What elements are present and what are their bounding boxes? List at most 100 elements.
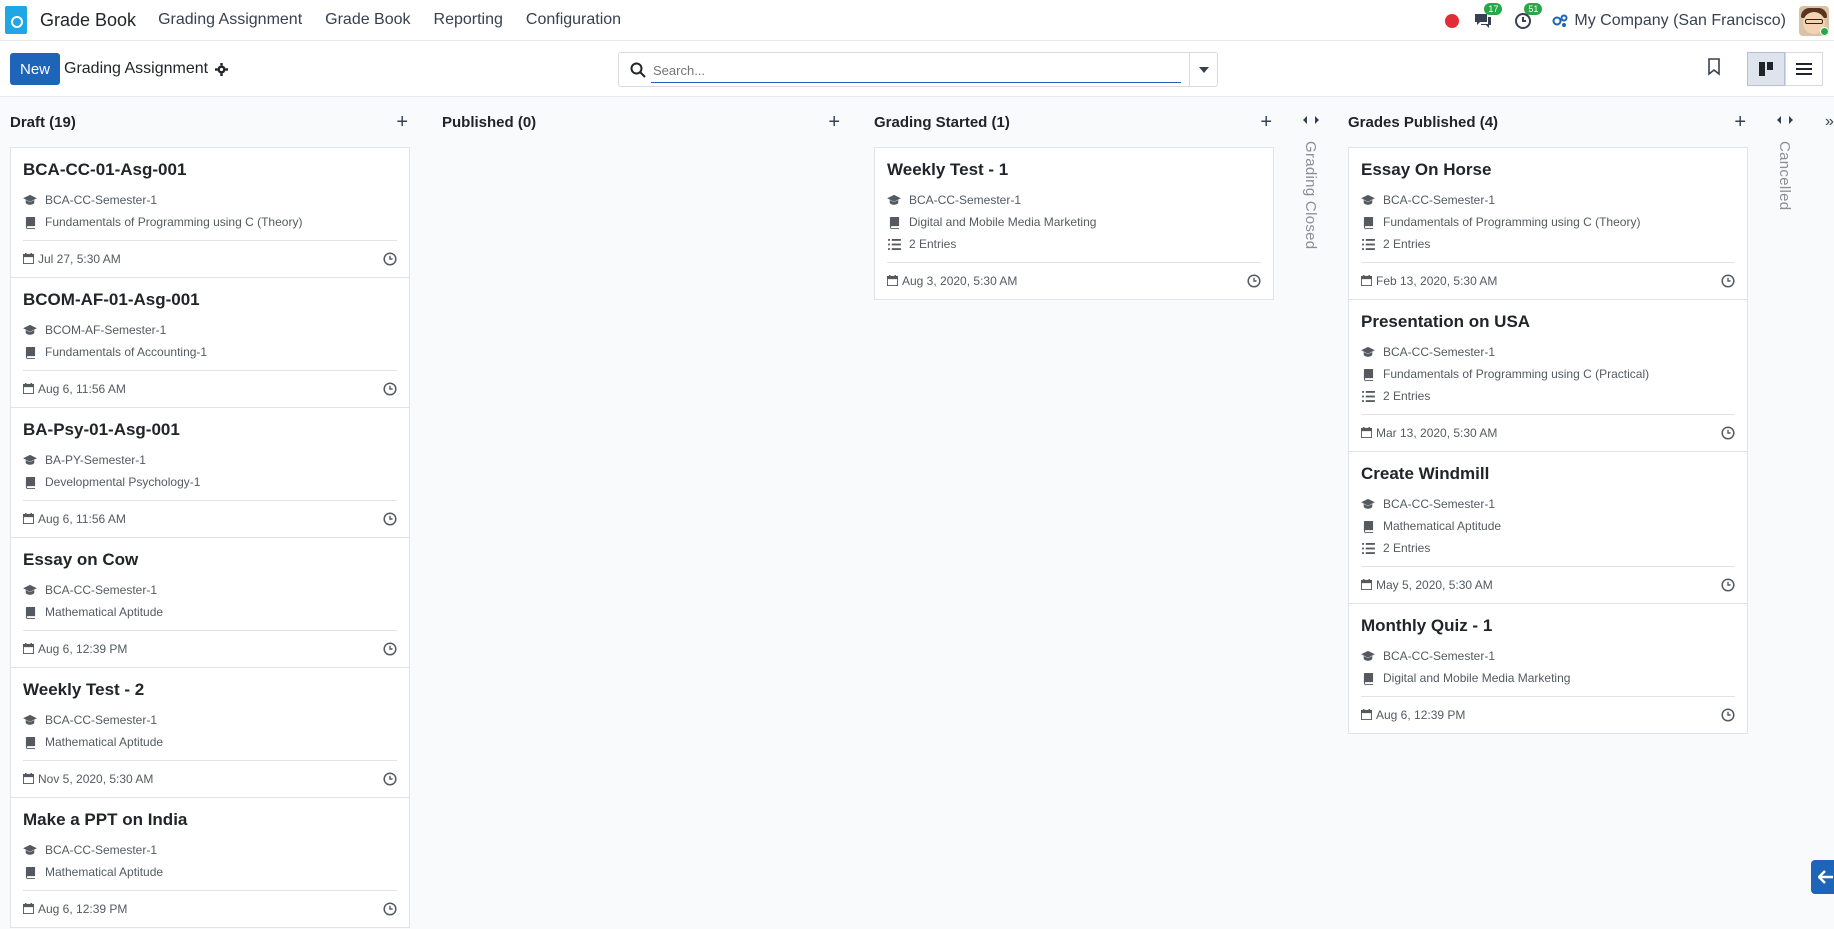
graduation-cap-icon xyxy=(1361,497,1375,511)
search-icon xyxy=(630,62,646,78)
card-entries: 2 Entries xyxy=(1361,385,1735,407)
status-dot-icon[interactable] xyxy=(1445,13,1460,28)
calendar-icon xyxy=(887,275,899,287)
card-date: May 5, 2020, 5:30 AM xyxy=(1361,578,1493,592)
back-arrow-button[interactable] xyxy=(1811,860,1834,894)
card-entries: 2 Entries xyxy=(887,233,1261,255)
subject-text: Fundamentals of Accounting-1 xyxy=(45,345,208,359)
kanban-card[interactable]: Essay On Horse BCA-CC-Semester-1 Fundament… xyxy=(1348,147,1748,300)
activity-clock-icon[interactable] xyxy=(383,382,397,396)
app-icon[interactable] xyxy=(5,6,27,34)
semester-text: BCOM-AF-Semester-1 xyxy=(45,323,167,337)
column-grading-closed-folded[interactable]: Grading Closed xyxy=(1296,97,1326,397)
card-subject: Mathematical Aptitude xyxy=(23,861,397,883)
quick-add-icon[interactable]: + xyxy=(1734,112,1746,132)
activity-clock-icon[interactable] xyxy=(383,772,397,786)
activities-button[interactable]: 51 xyxy=(1511,2,1543,33)
user-avatar[interactable] xyxy=(1799,5,1829,36)
card-date: Aug 6, 12:39 PM xyxy=(23,902,127,916)
graduation-cap-icon xyxy=(23,583,37,597)
book-icon xyxy=(887,215,901,229)
calendar-icon xyxy=(23,383,35,395)
calendar-icon xyxy=(23,253,35,265)
activity-clock-icon[interactable] xyxy=(383,252,397,266)
kanban-card[interactable]: Make a PPT on India BCA-CC-Semester-1 Math… xyxy=(10,797,410,928)
new-button[interactable]: New xyxy=(10,53,60,85)
kanban-card[interactable]: BCOM-AF-01-Asg-001 BCOM-AF-Semester-1 Fund… xyxy=(10,277,410,408)
activity-clock-icon[interactable] xyxy=(1721,708,1735,722)
messages-button[interactable]: 17 xyxy=(1471,2,1503,33)
view-switcher xyxy=(1747,52,1823,86)
kanban-card[interactable]: Create Windmill BCA-CC-Semester-1 Mathemat… xyxy=(1348,451,1748,604)
kanban-card[interactable]: Weekly Test - 2 BCA-CC-Semester-1 Mathemat… xyxy=(10,667,410,798)
company-switcher[interactable]: My Company (San Francisco) xyxy=(1574,12,1786,30)
card-footer: Aug 6, 12:39 PM xyxy=(1361,696,1735,733)
list-view-button[interactable] xyxy=(1785,52,1823,86)
menu-reporting[interactable]: Reporting xyxy=(434,11,503,29)
card-title: Create Windmill xyxy=(1361,464,1490,483)
activity-clock-icon[interactable] xyxy=(383,512,397,526)
activity-clock-icon[interactable] xyxy=(383,902,397,916)
column-title[interactable]: Draft (19) xyxy=(10,114,76,131)
subject-text: Digital and Mobile Media Marketing xyxy=(1383,671,1571,685)
app-brand[interactable]: Grade Book xyxy=(40,10,136,31)
activity-clock-icon[interactable] xyxy=(1247,274,1261,288)
date-text: Mar 13, 2020, 5:30 AM xyxy=(1376,426,1498,440)
graduation-cap-icon xyxy=(23,323,37,337)
menu-configuration[interactable]: Configuration xyxy=(526,11,621,29)
kanban-card[interactable]: Weekly Test - 1 BCA-CC-Semester-1 Digital … xyxy=(874,147,1274,300)
column-cancelled-folded[interactable]: Cancelled xyxy=(1770,97,1800,397)
activity-clock-icon[interactable] xyxy=(1721,578,1735,592)
quick-add-icon[interactable]: + xyxy=(396,112,408,132)
search-input[interactable] xyxy=(651,59,1181,83)
top-navbar: Grade Book Grading Assignment Grade Book… xyxy=(0,0,1834,41)
double-chevron-right-icon[interactable]: » xyxy=(1825,113,1834,131)
card-entries: 2 Entries xyxy=(1361,233,1735,255)
card-date: Feb 13, 2020, 5:30 AM xyxy=(1361,274,1497,288)
card-footer: Feb 13, 2020, 5:30 AM xyxy=(1361,262,1735,299)
menu-grade-book[interactable]: Grade Book xyxy=(325,11,410,29)
card-date: Nov 5, 2020, 5:30 AM xyxy=(23,772,153,786)
date-text: Aug 6, 12:39 PM xyxy=(38,642,128,656)
column-published: Published (0) + xyxy=(442,97,842,147)
column-grades-published: Grades Published (4) + Essay On Horse BCA… xyxy=(1348,97,1748,734)
kanban-card[interactable]: BA-Psy-01-Asg-001 BA-PY-Semester-1 Develop… xyxy=(10,407,410,538)
card-title: Presentation on USA xyxy=(1361,312,1531,331)
graduation-cap-icon xyxy=(23,843,37,857)
card-semester: BCA-CC-Semester-1 xyxy=(1361,645,1735,667)
kanban-card[interactable]: Presentation on USA BCA-CC-Semester-1 Fund… xyxy=(1348,299,1748,452)
company-switch-icon[interactable] xyxy=(1551,12,1569,30)
subject-text: Fundamentals of Programming using C (Pra… xyxy=(1383,367,1650,381)
calendar-icon xyxy=(1361,427,1373,439)
subject-text: Mathematical Aptitude xyxy=(45,735,164,749)
activity-clock-icon[interactable] xyxy=(1721,426,1735,440)
column-title[interactable]: Grades Published (4) xyxy=(1348,114,1498,131)
kanban-card[interactable]: Essay on Cow BCA-CC-Semester-1 Mathematica… xyxy=(10,537,410,668)
subject-text: Mathematical Aptitude xyxy=(1383,519,1502,533)
activity-clock-icon[interactable] xyxy=(383,642,397,656)
card-subject: Mathematical Aptitude xyxy=(23,601,397,623)
column-title[interactable]: Grading Started (1) xyxy=(874,114,1010,131)
activity-clock-icon[interactable] xyxy=(1721,274,1735,288)
subject-text: Mathematical Aptitude xyxy=(45,865,164,879)
kanban-card[interactable]: Monthly Quiz - 1 BCA-CC-Semester-1 Digital… xyxy=(1348,603,1748,734)
menu-grading-assignment[interactable]: Grading Assignment xyxy=(158,11,302,29)
subject-text: Digital and Mobile Media Marketing xyxy=(909,215,1097,229)
card-semester: BCA-CC-Semester-1 xyxy=(1361,189,1735,211)
kanban-view-button[interactable] xyxy=(1747,52,1785,86)
column-title[interactable]: Published (0) xyxy=(442,114,536,131)
graduation-cap-icon xyxy=(1361,649,1375,663)
book-icon xyxy=(23,735,37,749)
quick-add-icon[interactable]: + xyxy=(828,112,840,132)
quick-add-icon[interactable]: + xyxy=(1260,112,1272,132)
card-title: Essay on Cow xyxy=(23,550,139,569)
page-title: Grading Assignment xyxy=(64,60,209,77)
graduation-cap-icon xyxy=(887,193,901,207)
gear-icon[interactable] xyxy=(215,62,229,76)
bookmark-icon[interactable] xyxy=(1707,58,1721,76)
book-icon xyxy=(23,865,37,879)
kanban-card[interactable]: BCA-CC-01-Asg-001 BCA-CC-Semester-1 Fundam… xyxy=(10,147,410,278)
search-options-toggle[interactable] xyxy=(1189,53,1217,86)
expand-arrows-icon xyxy=(1777,116,1793,124)
graduation-cap-icon xyxy=(1361,345,1375,359)
